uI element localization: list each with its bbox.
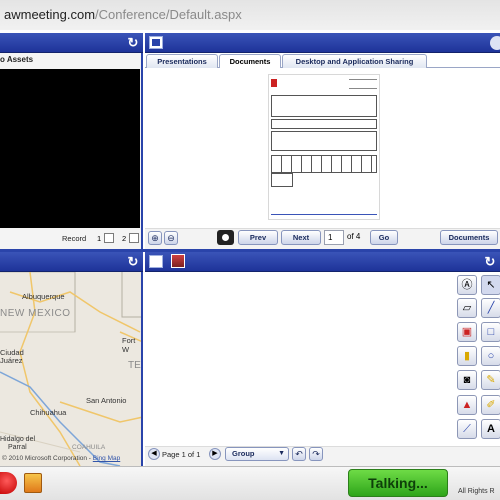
map-label-juarez: Juárez [0,356,23,365]
map-panel-header: ↻ [0,252,143,272]
note-icon[interactable]: ▮ [457,346,477,366]
document-footer-line [271,214,377,215]
document-table-2 [271,119,377,129]
assets-panel-title: o Assets [0,55,34,64]
camera-icon[interactable] [217,230,234,245]
map-label-san-antonio: San Antonio [86,396,127,405]
tab-documents[interactable]: Documents [219,54,281,68]
whiteboard-page-label: Page 1 of 1 [162,450,201,459]
media-icon[interactable] [171,254,185,268]
document-subtable [271,173,293,187]
pointer-icon[interactable]: ↖ [481,275,500,295]
record-2-label: 2 [122,234,127,243]
map-refresh-icon[interactable]: ↻ [126,255,140,269]
next-page-icon[interactable]: ▶ [209,448,221,460]
document-table-3 [271,131,377,151]
panel-window-icon[interactable] [149,36,163,49]
map-label-fort-worth: Fort W [122,336,136,354]
tab-presentations[interactable]: Presentations [146,54,218,68]
browser-address-bar[interactable]: awmeeting.com/Conference/Default.aspx [0,0,500,30]
whiteboard-panel-header: ↻ [145,252,500,272]
document-grid-table [271,155,377,173]
record-1-label: 1 [97,234,102,243]
stamp-icon[interactable]: ▲ [457,395,477,415]
refresh-icon[interactable]: ↻ [126,36,140,50]
record-label: Record [62,234,87,243]
map-label-chihuahua: Chihuahua [30,408,67,417]
document-table-1 [271,95,377,117]
talking-button[interactable]: Talking... [348,469,448,497]
redo-icon[interactable]: ↷ [309,447,323,461]
documents-panel-header [145,33,500,53]
next-button[interactable]: Next [281,230,321,245]
documents-button[interactable]: Documents [440,230,498,245]
assets-panel-header: ↻ [0,33,143,53]
zoom-in-icon[interactable]: ⊕ [148,231,162,245]
address-url[interactable]: awmeeting.com/Conference/Default.aspx [4,7,444,25]
rectangle-icon[interactable]: □ [481,322,500,342]
prev-page-icon[interactable]: ◀ [148,448,160,460]
bing-maps-link[interactable]: Bing Map [93,455,120,462]
map-view[interactable]: Albuquerque NEW MEXICO Ciudad Juárez For… [0,272,143,466]
record-1-checkbox[interactable] [104,233,114,243]
tab-desktop-sharing[interactable]: Desktop and Application Sharing [282,54,427,68]
rights-label: All Rights R [458,488,495,495]
line-icon[interactable]: ╱ [481,298,500,318]
pdf-icon[interactable]: ▣ [457,322,477,342]
notes-icon[interactable] [24,473,42,493]
map-label-parral: Parral [8,444,27,451]
undo-icon[interactable]: ↶ [292,447,306,461]
screenshot-icon[interactable]: ◙ [457,370,477,390]
map-label-hidalgo: Hidalgo del [0,436,36,443]
ellipse-icon[interactable]: ○ [481,346,500,366]
map-label-texas: TEX [128,360,141,371]
maximize-icon[interactable] [490,36,500,50]
zoom-out-icon[interactable]: ⊖ [164,231,178,245]
highlighter-icon[interactable]: ✐ [481,395,500,415]
eraser-icon[interactable]: ▱ [457,298,477,318]
copyright-text: © 2010 Microsoft Corporation - [2,455,93,462]
pencil-icon[interactable]: ✎ [481,370,500,390]
whiteboard-refresh-icon[interactable]: ↻ [483,255,497,269]
color-picker-icon[interactable]: ⟋ [457,419,477,439]
whiteboard-canvas[interactable] [145,272,500,466]
map-label-albuquerque: Albuquerque [22,292,65,301]
group-select-value: Group [232,449,255,458]
document-logo [271,79,277,87]
group-select[interactable]: Group ▼ [225,447,289,461]
chevron-down-icon: ▼ [278,450,285,457]
whiteboard-icon[interactable] [149,255,163,268]
text-format-icon[interactable]: Ⓐ [457,275,477,295]
prev-button[interactable]: Prev [238,230,278,245]
map-label-coahuila: COAHUILA [72,444,106,451]
text-tool-icon[interactable]: A [481,419,500,439]
document-page [268,74,380,220]
record-2-checkbox[interactable] [129,233,139,243]
page-count-label: of 4 [347,232,361,241]
map-label-new-mexico: NEW MEXICO [0,308,71,319]
url-host: awmeeting.com [4,7,96,22]
video-area [0,69,140,228]
document-header-lines [349,79,377,89]
page-number-input[interactable]: 1 [324,230,344,245]
go-button[interactable]: Go [370,230,398,245]
url-path: /Conference/Default.aspx [95,7,242,22]
map-copyright: © 2010 Microsoft Corporation - Bing Map [2,455,120,462]
